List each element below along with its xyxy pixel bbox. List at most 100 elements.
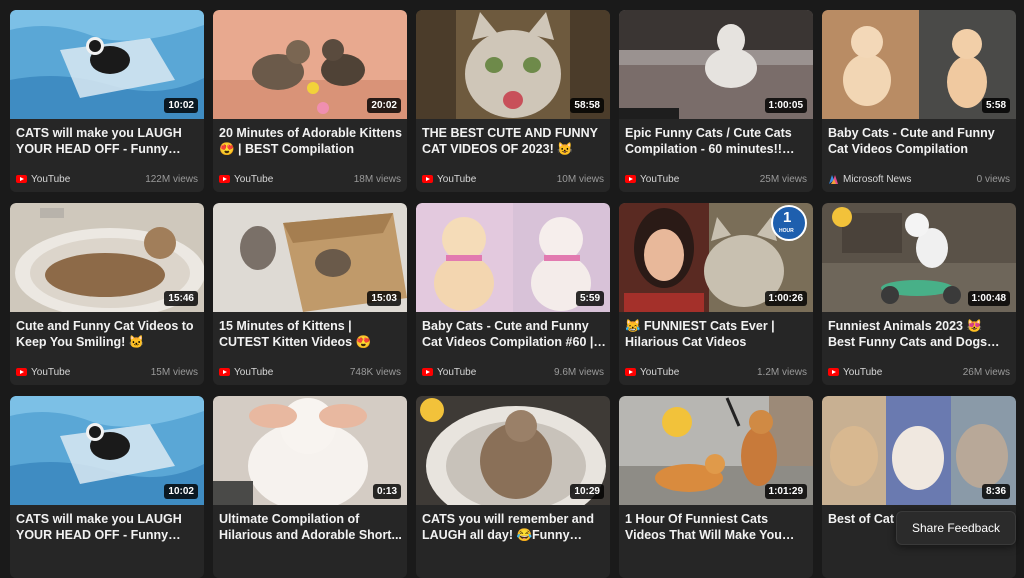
youtube-icon bbox=[828, 368, 839, 376]
video-source: YouTube bbox=[219, 367, 273, 378]
video-title[interactable]: 😹 FUNNIEST Cats Ever | Hilarious Cat Vid… bbox=[625, 318, 809, 350]
video-card[interactable]: 10:29 CATS you will remember and LAUGH a… bbox=[416, 396, 610, 578]
duration-badge: 8:36 bbox=[981, 484, 1010, 499]
video-title[interactable]: CATS will make you LAUGH YOUR HEAD OFF -… bbox=[16, 511, 200, 543]
video-title[interactable]: 20 Minutes of Adorable Kittens 😍 | BEST … bbox=[219, 125, 403, 157]
hour-badge-number: 1 bbox=[783, 209, 792, 226]
view-count: 18M views bbox=[353, 173, 401, 185]
video-thumbnail[interactable]: 10:02 bbox=[10, 10, 204, 119]
source-label: YouTube bbox=[640, 173, 680, 185]
source-label: YouTube bbox=[640, 366, 680, 378]
youtube-icon bbox=[219, 368, 230, 376]
video-title[interactable]: Funniest Animals 2023 😻 Best Funny Cats … bbox=[828, 318, 1012, 350]
duration-badge: 0:13 bbox=[372, 484, 401, 499]
microsoft-news-icon bbox=[829, 174, 838, 184]
duration-badge: 15:46 bbox=[164, 291, 198, 306]
duration-badge: 1:00:26 bbox=[764, 291, 807, 306]
video-title[interactable]: Baby Cats - Cute and Funny Cat Videos Co… bbox=[422, 318, 606, 350]
video-meta: YouTube 26M views bbox=[828, 365, 1010, 379]
video-title[interactable]: Epic Funny Cats / Cute Cats Compilation … bbox=[625, 125, 809, 157]
view-count: 10M views bbox=[556, 173, 604, 185]
youtube-icon bbox=[422, 175, 433, 183]
view-count: 0 views bbox=[976, 173, 1010, 185]
duration-badge: 10:02 bbox=[164, 98, 198, 113]
video-meta: Microsoft News 0 views bbox=[828, 172, 1010, 186]
youtube-icon bbox=[16, 368, 27, 376]
source-label: YouTube bbox=[437, 173, 477, 185]
duration-badge: 20:02 bbox=[367, 98, 401, 113]
video-thumbnail[interactable]: 1 HOUR 1:00:26 bbox=[619, 203, 813, 312]
video-thumbnail[interactable]: 10:02 bbox=[10, 396, 204, 505]
video-thumbnail[interactable]: 10:29 bbox=[416, 396, 610, 505]
video-meta: YouTube 748K views bbox=[219, 365, 401, 379]
view-count: 9.6M views bbox=[553, 366, 604, 378]
video-meta: YouTube 10M views bbox=[422, 172, 604, 186]
video-thumbnail[interactable]: 0:13 bbox=[213, 396, 407, 505]
video-title[interactable]: Cute and Funny Cat Videos to Keep You Sm… bbox=[16, 318, 200, 350]
duration-badge: 10:02 bbox=[164, 484, 198, 499]
video-card[interactable]: 58:58 THE BEST CUTE AND FUNNY CAT VIDEOS… bbox=[416, 10, 610, 192]
video-thumbnail[interactable]: 8:36 bbox=[822, 396, 1016, 505]
video-card[interactable]: 1:00:05 Epic Funny Cats / Cute Cats Comp… bbox=[619, 10, 813, 192]
video-source: YouTube bbox=[828, 367, 882, 378]
video-source: YouTube bbox=[625, 174, 679, 185]
source-label: YouTube bbox=[234, 366, 274, 378]
video-thumbnail[interactable]: 5:59 bbox=[416, 203, 610, 312]
video-thumbnail[interactable]: 1:01:29 bbox=[619, 396, 813, 505]
video-source: YouTube bbox=[422, 174, 476, 185]
video-card[interactable]: 5:58 Baby Cats - Cute and Funny Cat Vide… bbox=[822, 10, 1016, 192]
video-card[interactable]: 1:00:48 Funniest Animals 2023 😻 Best Fun… bbox=[822, 203, 1016, 385]
video-card[interactable]: 8:36 Best of Cat Watch ^ A V bbox=[822, 396, 1016, 578]
video-card[interactable]: 1:01:29 1 Hour Of Funniest Cats Videos T… bbox=[619, 396, 813, 578]
video-meta: YouTube 18M views bbox=[219, 172, 401, 186]
view-count: 15M views bbox=[150, 366, 198, 378]
view-count: 122M views bbox=[145, 173, 198, 185]
video-title[interactable]: Ultimate Compilation of Hilarious and Ad… bbox=[219, 511, 403, 543]
video-card[interactable]: 10:02 CATS will make you LAUGH YOUR HEAD… bbox=[10, 10, 204, 192]
video-source: YouTube bbox=[16, 174, 70, 185]
video-card[interactable]: 15:03 15 Minutes of Kittens | CUTEST Kit… bbox=[213, 203, 407, 385]
video-source: YouTube bbox=[625, 367, 679, 378]
view-count: 26M views bbox=[962, 366, 1010, 378]
youtube-icon bbox=[625, 175, 636, 183]
video-meta: YouTube 122M views bbox=[16, 172, 198, 186]
video-title[interactable]: CATS you will remember and LAUGH all day… bbox=[422, 511, 606, 543]
video-card[interactable]: 1 HOUR 1:00:26 😹 FUNNIEST Cats Ever | Hi… bbox=[619, 203, 813, 385]
source-label: Microsoft News bbox=[843, 173, 912, 185]
video-thumbnail[interactable]: 5:58 bbox=[822, 10, 1016, 119]
video-card[interactable]: 10:02 CATS will make you LAUGH YOUR HEAD… bbox=[10, 396, 204, 578]
duration-badge: 1:00:05 bbox=[764, 98, 807, 113]
video-source: YouTube bbox=[219, 174, 273, 185]
video-thumbnail[interactable]: 1:00:48 bbox=[822, 203, 1016, 312]
video-card[interactable]: 0:13 Ultimate Compilation of Hilarious a… bbox=[213, 396, 407, 578]
view-count: 1.2M views bbox=[756, 366, 807, 378]
duration-badge: 5:59 bbox=[575, 291, 604, 306]
duration-badge: 10:29 bbox=[570, 484, 604, 499]
youtube-icon bbox=[422, 368, 433, 376]
video-title[interactable]: 15 Minutes of Kittens | CUTEST Kitten Vi… bbox=[219, 318, 403, 350]
source-label: YouTube bbox=[437, 366, 477, 378]
video-title[interactable]: Baby Cats - Cute and Funny Cat Videos Co… bbox=[828, 125, 1012, 157]
share-feedback-button[interactable]: Share Feedback bbox=[896, 511, 1016, 545]
youtube-icon bbox=[219, 175, 230, 183]
view-count: 25M views bbox=[759, 173, 807, 185]
video-meta: YouTube 1.2M views bbox=[625, 365, 807, 379]
video-card[interactable]: 20:02 20 Minutes of Adorable Kittens 😍 |… bbox=[213, 10, 407, 192]
source-label: YouTube bbox=[234, 173, 274, 185]
video-thumbnail[interactable]: 58:58 bbox=[416, 10, 610, 119]
video-title[interactable]: THE BEST CUTE AND FUNNY CAT VIDEOS OF 20… bbox=[422, 125, 606, 157]
video-title[interactable]: 1 Hour Of Funniest Cats Videos That Will… bbox=[625, 511, 809, 543]
hour-badge-label: HOUR bbox=[779, 228, 794, 234]
video-card[interactable]: 5:59 Baby Cats - Cute and Funny Cat Vide… bbox=[416, 203, 610, 385]
view-count: 748K views bbox=[349, 366, 401, 378]
video-thumbnail[interactable]: 15:03 bbox=[213, 203, 407, 312]
video-source: Microsoft News bbox=[828, 174, 911, 185]
source-label: YouTube bbox=[31, 366, 71, 378]
video-thumbnail[interactable]: 20:02 bbox=[213, 10, 407, 119]
video-thumbnail[interactable]: 15:46 bbox=[10, 203, 204, 312]
duration-badge: 1:01:29 bbox=[764, 484, 807, 499]
video-card[interactable]: 15:46 Cute and Funny Cat Videos to Keep … bbox=[10, 203, 204, 385]
video-title[interactable]: CATS will make you LAUGH YOUR HEAD OFF -… bbox=[16, 125, 200, 157]
video-thumbnail[interactable]: 1:00:05 bbox=[619, 10, 813, 119]
video-source: YouTube bbox=[422, 367, 476, 378]
